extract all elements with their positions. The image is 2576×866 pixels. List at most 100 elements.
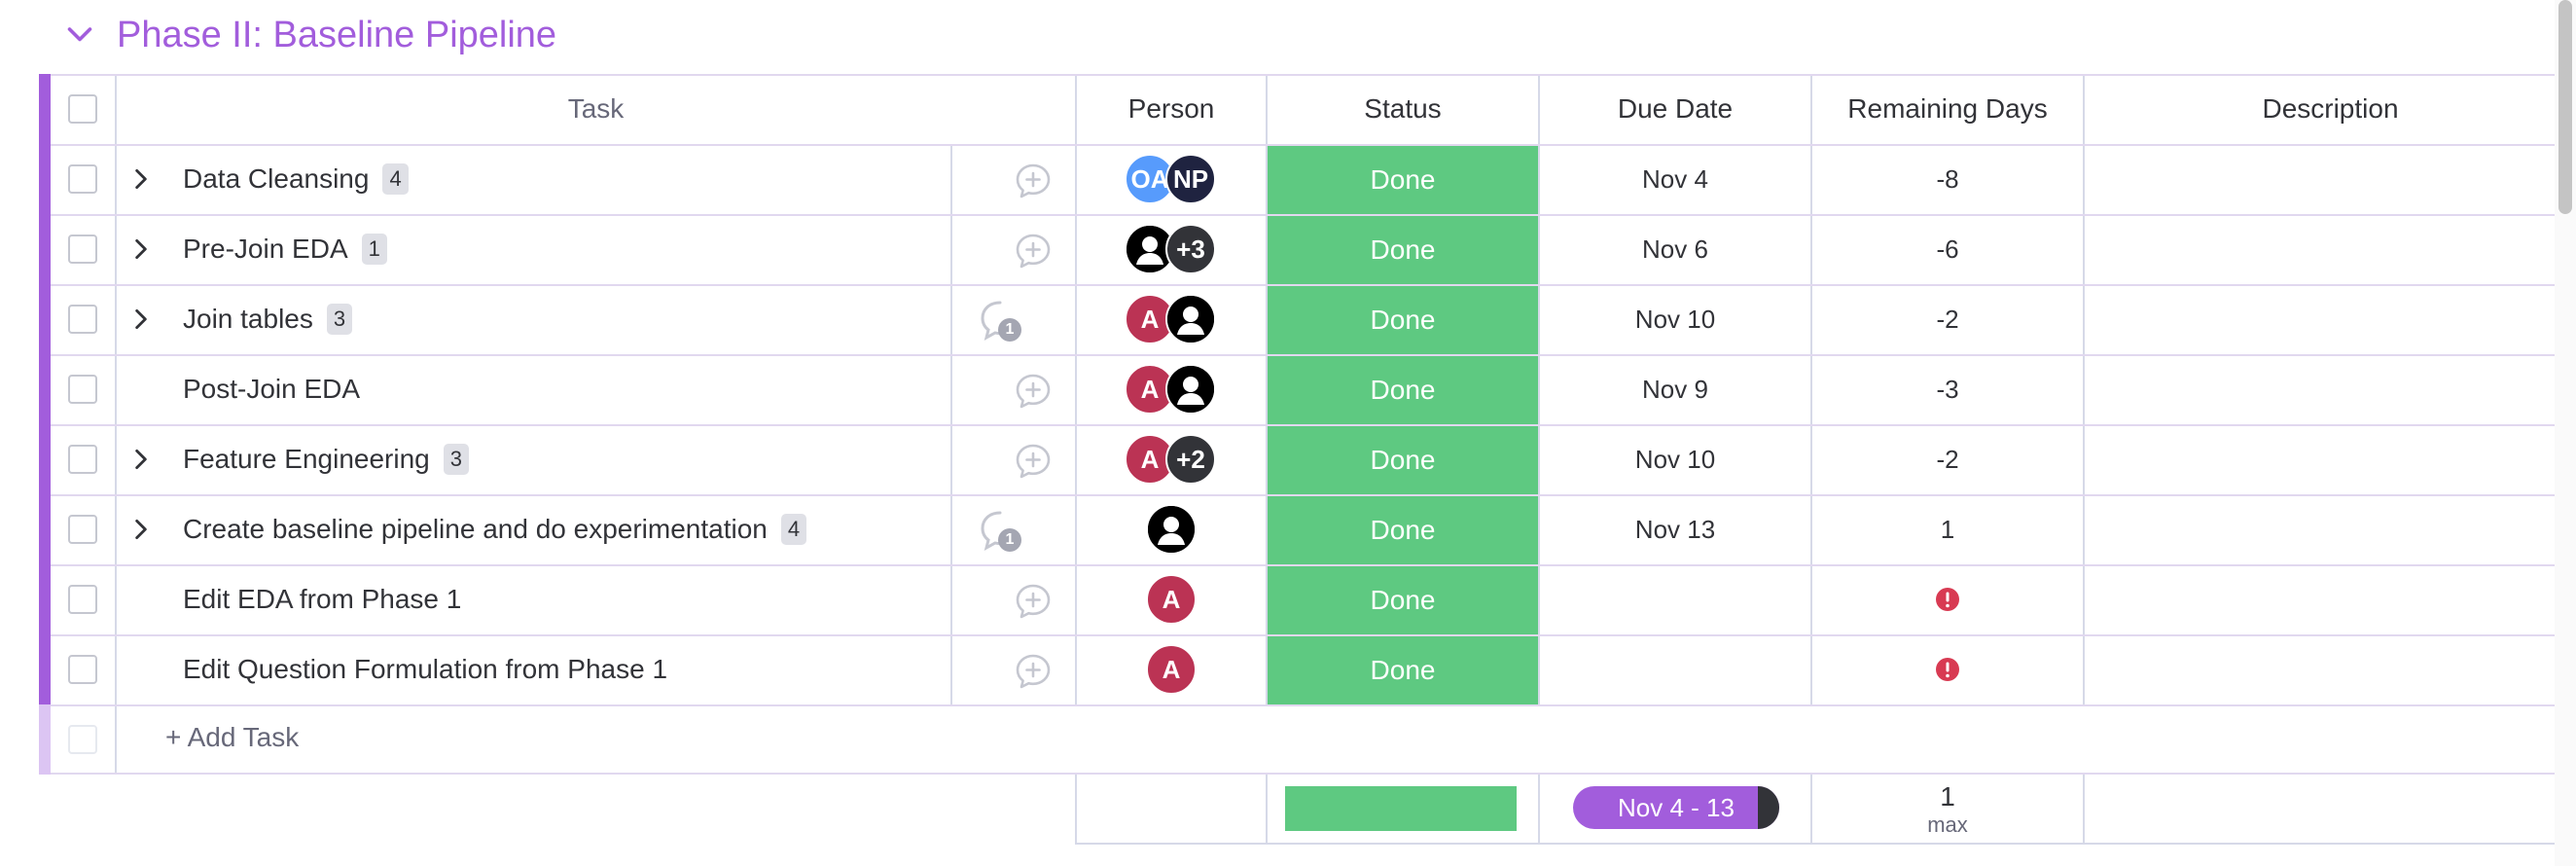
status-cell[interactable]: Done [1268, 146, 1538, 214]
description-cell[interactable] [2085, 284, 2576, 354]
description-cell[interactable] [2085, 214, 2576, 284]
chevron-right-icon[interactable] [128, 517, 154, 542]
task-name[interactable]: Edit EDA from Phase 1 [183, 564, 461, 634]
person-avatar[interactable]: A [1146, 574, 1197, 625]
group-color-bar-add [39, 704, 51, 775]
select-all-cell [51, 74, 115, 144]
due-date-cell[interactable]: Nov 13 [1540, 494, 1810, 564]
subitems-count-badge[interactable]: 1 [361, 234, 387, 265]
task-name[interactable]: Post-Join EDA [183, 354, 360, 424]
status-cell[interactable]: Done [1268, 356, 1538, 424]
chevron-right-icon[interactable] [128, 166, 154, 192]
alert-icon[interactable] [1934, 656, 1961, 683]
due-date-cell[interactable]: Nov 10 [1540, 424, 1810, 494]
updates-icon[interactable]: 1 [977, 507, 1023, 554]
remaining-days-cell: -6 [1936, 234, 1959, 264]
row-checkbox[interactable] [68, 585, 97, 614]
row-divider [51, 424, 2576, 426]
group-title[interactable]: Phase II: Baseline Pipeline [117, 10, 556, 60]
add-update-icon[interactable] [1014, 652, 1053, 691]
user-avatar-icon[interactable] [1146, 504, 1197, 555]
column-header-person[interactable]: Person [1077, 74, 1266, 144]
chevron-right-icon[interactable] [128, 236, 154, 262]
status-cell[interactable]: Done [1268, 286, 1538, 354]
person-avatar[interactable]: A [1146, 644, 1197, 695]
column-header-task[interactable]: Task [117, 74, 1075, 144]
add-update-icon[interactable] [1014, 442, 1053, 481]
remaining-summary-label: max [1927, 812, 1968, 837]
status-summary-bar[interactable] [1285, 786, 1517, 831]
task-name[interactable]: Create baseline pipeline and do experime… [183, 494, 807, 564]
subitems-count-badge[interactable]: 4 [382, 163, 409, 195]
avatar-initials: A [1140, 374, 1160, 404]
timeline-summary-pill[interactable]: Nov 4 - 13 [1573, 786, 1779, 829]
add-update-icon[interactable] [1014, 582, 1053, 621]
task-name[interactable]: Join tables 3 [183, 284, 353, 354]
description-cell[interactable] [2085, 634, 2576, 704]
person-avatar[interactable]: +2 [1165, 434, 1216, 485]
task-name[interactable]: Pre-Join EDA 1 [183, 214, 387, 284]
column-header-description[interactable]: Description [2085, 74, 2576, 144]
status-cell[interactable]: Done [1268, 426, 1538, 494]
column-header-remaining-days[interactable]: Remaining Days [1812, 74, 2083, 144]
row-checkbox[interactable] [68, 375, 97, 404]
board-table: Task Person Status Due Date Remaining Da… [39, 74, 2576, 775]
row-divider [51, 354, 2576, 356]
row-checkbox[interactable] [68, 515, 97, 544]
row-checkbox[interactable] [68, 305, 97, 334]
column-header-due-date[interactable]: Due Date [1540, 74, 1810, 144]
select-all-checkbox[interactable] [68, 94, 97, 124]
row-checkbox[interactable] [68, 655, 97, 684]
row-divider [51, 634, 2576, 636]
subitems-count-badge[interactable]: 3 [443, 444, 469, 475]
description-cell[interactable] [2085, 354, 2576, 424]
timeline-progress-end [1758, 786, 1779, 829]
alert-icon[interactable] [1934, 586, 1961, 613]
status-cell[interactable]: Done [1268, 636, 1538, 704]
user-avatar-icon[interactable] [1165, 364, 1216, 415]
updates-icon[interactable]: 1 [977, 297, 1023, 343]
status-cell[interactable]: Done [1268, 566, 1538, 634]
status-cell[interactable]: Done [1268, 496, 1538, 564]
task-name[interactable]: Data Cleansing 4 [183, 144, 409, 214]
person-avatar[interactable]: +3 [1165, 224, 1216, 274]
description-cell[interactable] [2085, 144, 2576, 214]
person-avatar[interactable]: NP [1165, 154, 1216, 204]
scrollbar-thumb[interactable] [2558, 0, 2572, 214]
add-update-icon[interactable] [1014, 232, 1053, 271]
status-cell[interactable]: Done [1268, 216, 1538, 284]
due-date-cell[interactable]: Nov 9 [1540, 354, 1810, 424]
row-divider [51, 564, 2576, 566]
due-date-cell[interactable] [1540, 634, 1810, 704]
row-checkbox[interactable] [68, 235, 97, 264]
description-cell[interactable] [2085, 424, 2576, 494]
row-checkbox-cell [51, 564, 115, 634]
task-name[interactable]: Edit Question Formulation from Phase 1 [183, 634, 667, 704]
column-header-status[interactable]: Status [1268, 74, 1538, 144]
description-cell[interactable] [2085, 564, 2576, 634]
chevron-right-icon[interactable] [128, 307, 154, 332]
row-checkbox[interactable] [68, 164, 97, 194]
add-update-icon[interactable] [1014, 162, 1053, 200]
subitems-count-badge[interactable]: 3 [326, 304, 353, 335]
task-name-label: Create baseline pipeline and do experime… [183, 514, 768, 544]
vertical-scrollbar[interactable] [2555, 0, 2576, 866]
row-checkbox-cell [51, 354, 115, 424]
due-date-cell[interactable]: Nov 4 [1540, 144, 1810, 214]
user-avatar-icon[interactable] [1165, 294, 1216, 344]
due-date-cell[interactable]: Nov 6 [1540, 214, 1810, 284]
task-name-label: Join tables [183, 304, 313, 334]
subitems-count-badge[interactable]: 4 [780, 514, 807, 545]
due-date-cell[interactable] [1540, 564, 1810, 634]
avatar-initials: +3 [1176, 234, 1205, 264]
remaining-days-cell [1812, 634, 2083, 704]
add-task-input[interactable]: + Add Task [165, 722, 299, 753]
chevron-right-icon[interactable] [128, 447, 154, 472]
chevron-down-icon[interactable] [62, 18, 97, 53]
due-date-cell[interactable]: Nov 10 [1540, 284, 1810, 354]
description-cell[interactable] [2085, 494, 2576, 564]
remaining-days-cell: 1 [1940, 514, 1955, 544]
row-checkbox[interactable] [68, 445, 97, 474]
task-name[interactable]: Feature Engineering 3 [183, 424, 469, 494]
add-update-icon[interactable] [1014, 372, 1053, 411]
